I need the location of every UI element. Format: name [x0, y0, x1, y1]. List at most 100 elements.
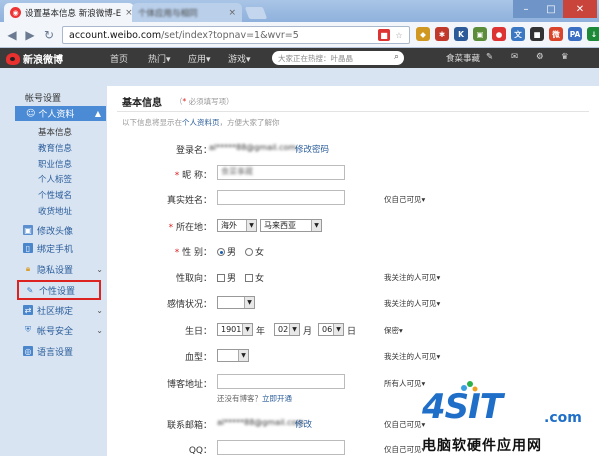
sidebar-item-security[interactable]: ⛨ 帐号安全 ⌄: [23, 323, 103, 337]
sidebar-item-phone[interactable]: ▯ 绑定手机: [23, 241, 103, 255]
lock-icon: 🔒︎: [25, 264, 31, 273]
sidebar-item-label: 社区绑定: [37, 306, 74, 317]
tab-close-icon[interactable]: ×: [121, 8, 133, 18]
window-close-button[interactable]: ✕: [563, 0, 597, 18]
wrench-icon: ✎: [26, 285, 34, 295]
tab-active[interactable]: ◉ 设置基本信息 新浪微博-E ×: [4, 3, 134, 22]
sidebar-item-privacy[interactable]: 🔒︎ 隐私设置 ⌄: [23, 262, 103, 276]
weibo-logo[interactable]: 新浪微博: [6, 51, 63, 66]
birth-month-select[interactable]: 02 ▼: [274, 323, 300, 336]
site-watermark: 4SIT .com 电脑软硬件应用网: [420, 375, 599, 456]
tab-inactive[interactable]: 个体应用与相同 ×: [132, 3, 242, 22]
back-icon[interactable]: ◀: [4, 27, 20, 43]
sidebar-item-profile[interactable]: ☺ 个人资料 ▲: [15, 106, 106, 121]
forward-icon[interactable]: ▶: [22, 27, 38, 43]
change-email-link[interactable]: 修改: [295, 418, 312, 430]
sidebar-sub-domain[interactable]: 个性域名: [38, 189, 72, 201]
birth-day-select[interactable]: 06 ▼: [318, 323, 344, 336]
logo-text: 新浪微博: [23, 55, 63, 66]
relationship-privacy-dropdown[interactable]: 我关注的人可见▾: [384, 298, 440, 309]
open-blog-link[interactable]: 立即开通: [262, 394, 292, 403]
realname-input[interactable]: [217, 190, 345, 205]
sidebar-sub-tags[interactable]: 个人标签: [38, 173, 72, 185]
ext-k-icon[interactable]: K: [454, 27, 468, 41]
country-select[interactable]: 海外 ▼: [217, 219, 257, 232]
realname-label: 真实姓名：: [166, 196, 212, 206]
ext-ppa-icon[interactable]: PA: [568, 27, 582, 41]
star-icon[interactable]: ☆: [393, 29, 405, 41]
address-bar: ◀ ▶ ↻ account.weibo.com/set/index?topnav…: [0, 22, 599, 48]
page-title: 基本信息: [122, 98, 162, 109]
sidebar-sub-career[interactable]: 职业信息: [38, 158, 72, 170]
sidebar-item-language[interactable]: ◎ 语言设置: [23, 344, 103, 358]
orientation-female-option[interactable]: 女: [245, 271, 264, 284]
url-path: /set/index?topnav=1&wvr=5: [161, 29, 299, 41]
blood-select[interactable]: ▼: [217, 349, 249, 362]
ext-dot-icon[interactable]: ■: [530, 27, 544, 41]
nav-search-input[interactable]: 大家正在热搜：叶晶晶 ⌕: [272, 51, 404, 65]
blood-privacy-dropdown[interactable]: 我关注的人可见▾: [384, 351, 440, 362]
search-icon[interactable]: ⌕: [394, 52, 399, 62]
birthday-privacy-dropdown[interactable]: 保密▾: [384, 325, 403, 336]
sidebar-sub-address[interactable]: 收货地址: [38, 205, 72, 217]
tab-close-icon[interactable]: ×: [224, 8, 236, 18]
email-label: 联系邮箱：: [166, 421, 212, 431]
ext-translate-icon[interactable]: 文: [511, 27, 525, 41]
weibo-favicon-icon: ◉: [10, 7, 21, 18]
relationship-select[interactable]: ▼: [217, 296, 255, 309]
nickname-label: * 昵 称：: [174, 171, 212, 181]
orientation-male-option[interactable]: 男: [217, 271, 236, 284]
checkbox-icon: [217, 274, 225, 282]
info-note: 以下信息将显示在个人资料页，方便大家了解你: [122, 118, 280, 127]
ext-gear-icon[interactable]: ✱: [435, 27, 449, 41]
reload-icon[interactable]: ↻: [41, 27, 57, 43]
ext-bird-icon[interactable]: ◆: [416, 27, 430, 41]
phone-icon: ▯: [23, 243, 33, 253]
sidebar-item-personalize[interactable]: ✎ 个性设置: [17, 280, 101, 300]
qq-label: QQ：: [188, 446, 212, 456]
maximize-button[interactable]: □: [539, 0, 563, 18]
gender-male-option[interactable]: 男: [217, 245, 236, 258]
sidebar-item-label: 个人资料: [38, 110, 75, 120]
email-value: al*****88@gmail.com: [217, 418, 305, 427]
nav-games[interactable]: 游戏▾: [228, 52, 251, 65]
login-value: al*****88@gmail.com: [209, 143, 297, 152]
sidebar-sub-education[interactable]: 教育信息: [38, 142, 72, 154]
weibo-top-nav: 新浪微博 首页 热门▾ 应用▾ 游戏▾ 大家正在热搜：叶晶晶 ⌕ 食菜事藏 ✎ …: [0, 48, 599, 68]
nav-hot[interactable]: 热门▾: [148, 52, 171, 65]
nav-home[interactable]: 首页: [110, 52, 128, 65]
nav-apps[interactable]: 应用▾: [188, 52, 211, 65]
ext-download-icon[interactable]: ↓: [587, 27, 599, 41]
sidebar-item-community[interactable]: ⇄ 社区绑定 ⌄: [23, 303, 103, 317]
birth-year-select[interactable]: 1901 ▼: [217, 323, 253, 336]
edit-icon[interactable]: ✎: [486, 52, 493, 62]
ext-circle-icon[interactable]: ●: [492, 27, 506, 41]
change-password-link[interactable]: 修改密码: [295, 143, 329, 155]
person-icon: ☺: [26, 108, 36, 119]
mail-icon[interactable]: ✉: [511, 52, 518, 62]
nav-username[interactable]: 食菜事藏: [446, 52, 480, 64]
orientation-privacy-dropdown[interactable]: 我关注的人可见▾: [384, 272, 440, 283]
profile-page-link[interactable]: 个人资料页: [182, 118, 220, 127]
chevron-up-icon: ▲: [94, 109, 101, 118]
nickname-input[interactable]: 食菜事藏: [217, 165, 345, 180]
gender-female-option[interactable]: 女: [245, 245, 264, 258]
ext-image-icon[interactable]: ▣: [473, 27, 487, 41]
realname-privacy-dropdown[interactable]: 仅自己可见▾: [384, 194, 425, 205]
qq-input[interactable]: [217, 440, 345, 455]
sidebar-item-avatar[interactable]: ▣ 修改头像: [23, 223, 103, 237]
blog-hint: 还没有博客？立即开通: [217, 394, 292, 403]
sidebar-sub-basic-info[interactable]: 基本信息: [38, 126, 72, 138]
settings-icon[interactable]: ⚙: [536, 52, 544, 62]
blog-input[interactable]: [217, 374, 345, 389]
chevron-down-icon: ⌄: [96, 325, 103, 335]
blog-label: 博客地址：: [166, 380, 212, 390]
ext-weibo-icon[interactable]: 微: [549, 27, 563, 41]
crown-icon[interactable]: ♛: [561, 52, 569, 62]
region-select[interactable]: 马来西亚 ▼: [260, 219, 322, 232]
bookmark-icon[interactable]: ■: [378, 29, 390, 41]
new-tab-button[interactable]: [244, 7, 268, 19]
url-input[interactable]: account.weibo.com/set/index?topnav=1&wvr…: [62, 26, 410, 44]
minimize-button[interactable]: –: [513, 0, 539, 18]
birthday-label: 生日：: [184, 327, 212, 337]
